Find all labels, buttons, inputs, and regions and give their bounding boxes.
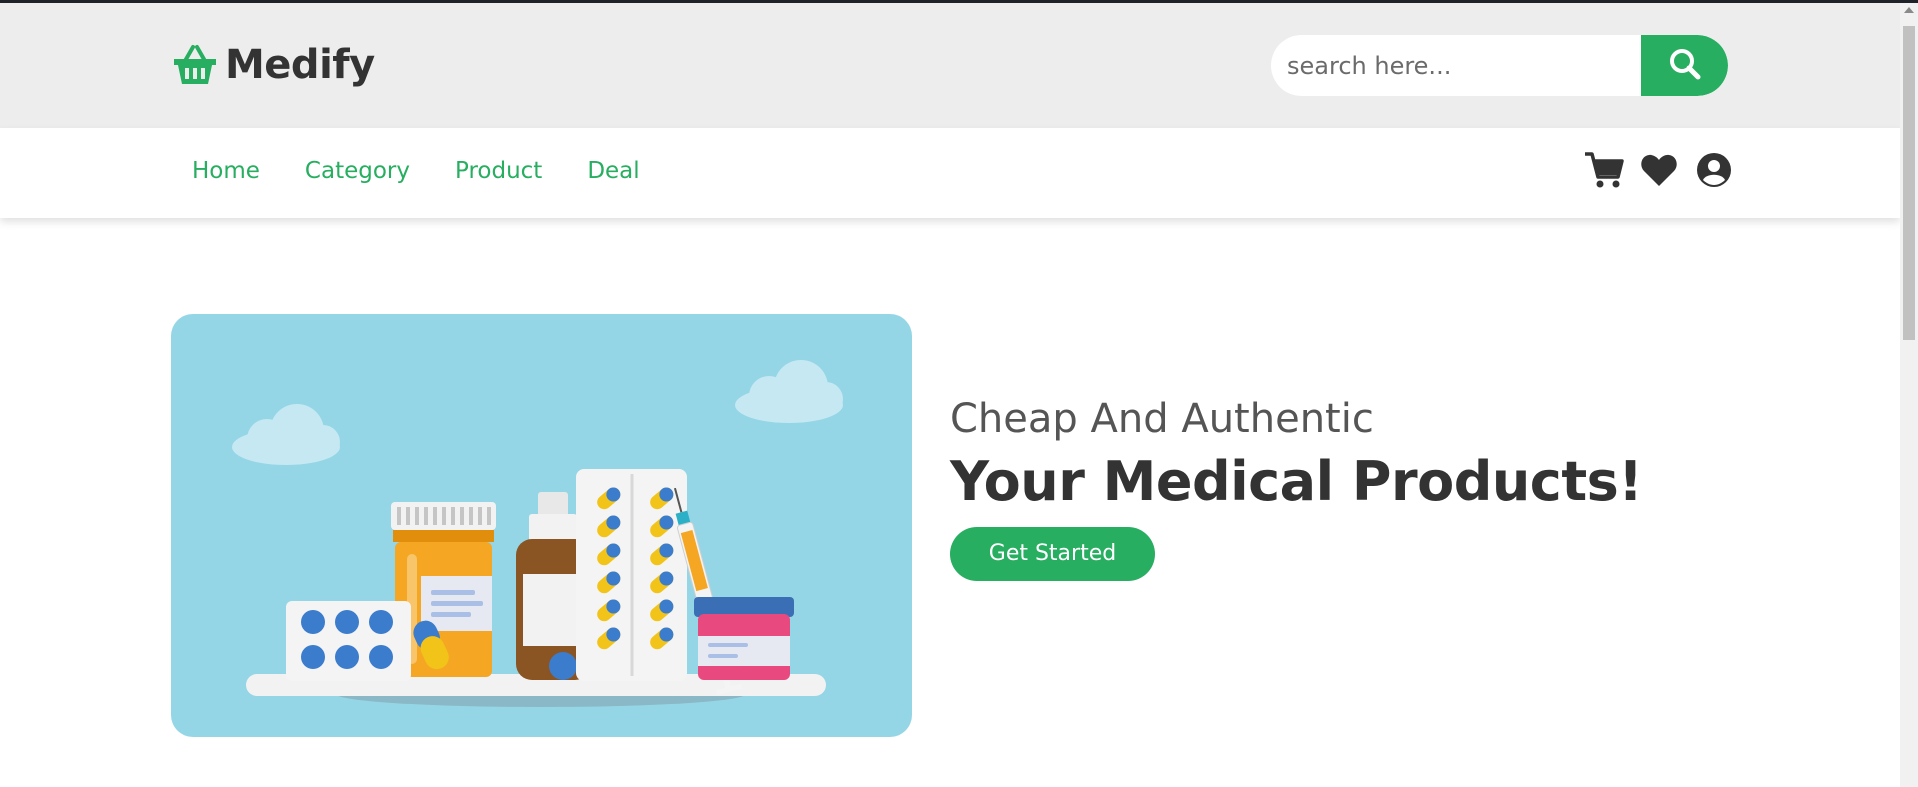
user-icon[interactable] <box>1694 150 1734 190</box>
navbar: Home Category Product Deal <box>0 128 1900 218</box>
scroll-thumb[interactable] <box>1903 26 1915 340</box>
nav-product[interactable]: Product <box>455 158 542 184</box>
search-button[interactable] <box>1641 35 1728 96</box>
page-scrollbar[interactable] <box>1900 3 1918 787</box>
hero-illustration <box>171 314 912 737</box>
cart-icon[interactable] <box>1584 150 1624 190</box>
search-icon <box>1667 46 1703 86</box>
scroll-up-arrow-icon[interactable] <box>1904 7 1914 13</box>
logo[interactable]: Medify <box>171 41 375 89</box>
basket-icon <box>171 41 219 89</box>
heart-icon[interactable] <box>1639 150 1679 190</box>
search-input[interactable] <box>1271 35 1641 96</box>
nav-home[interactable]: Home <box>192 158 260 184</box>
logo-text: Medify <box>225 42 375 88</box>
nav-icons <box>1584 150 1734 190</box>
get-started-button[interactable]: Get Started <box>950 527 1155 581</box>
search-bar <box>1271 35 1728 96</box>
nav-deal[interactable]: Deal <box>587 158 639 184</box>
nav-category[interactable]: Category <box>305 158 410 184</box>
nav-links: Home Category Product Deal <box>192 158 640 184</box>
hero-title: Your Medical Products! <box>950 450 1643 513</box>
header-bar: Medify <box>0 3 1900 128</box>
hero-subtitle: Cheap And Authentic <box>950 396 1374 442</box>
hero-text: Cheap And Authentic Your Medical Product… <box>950 396 1643 581</box>
